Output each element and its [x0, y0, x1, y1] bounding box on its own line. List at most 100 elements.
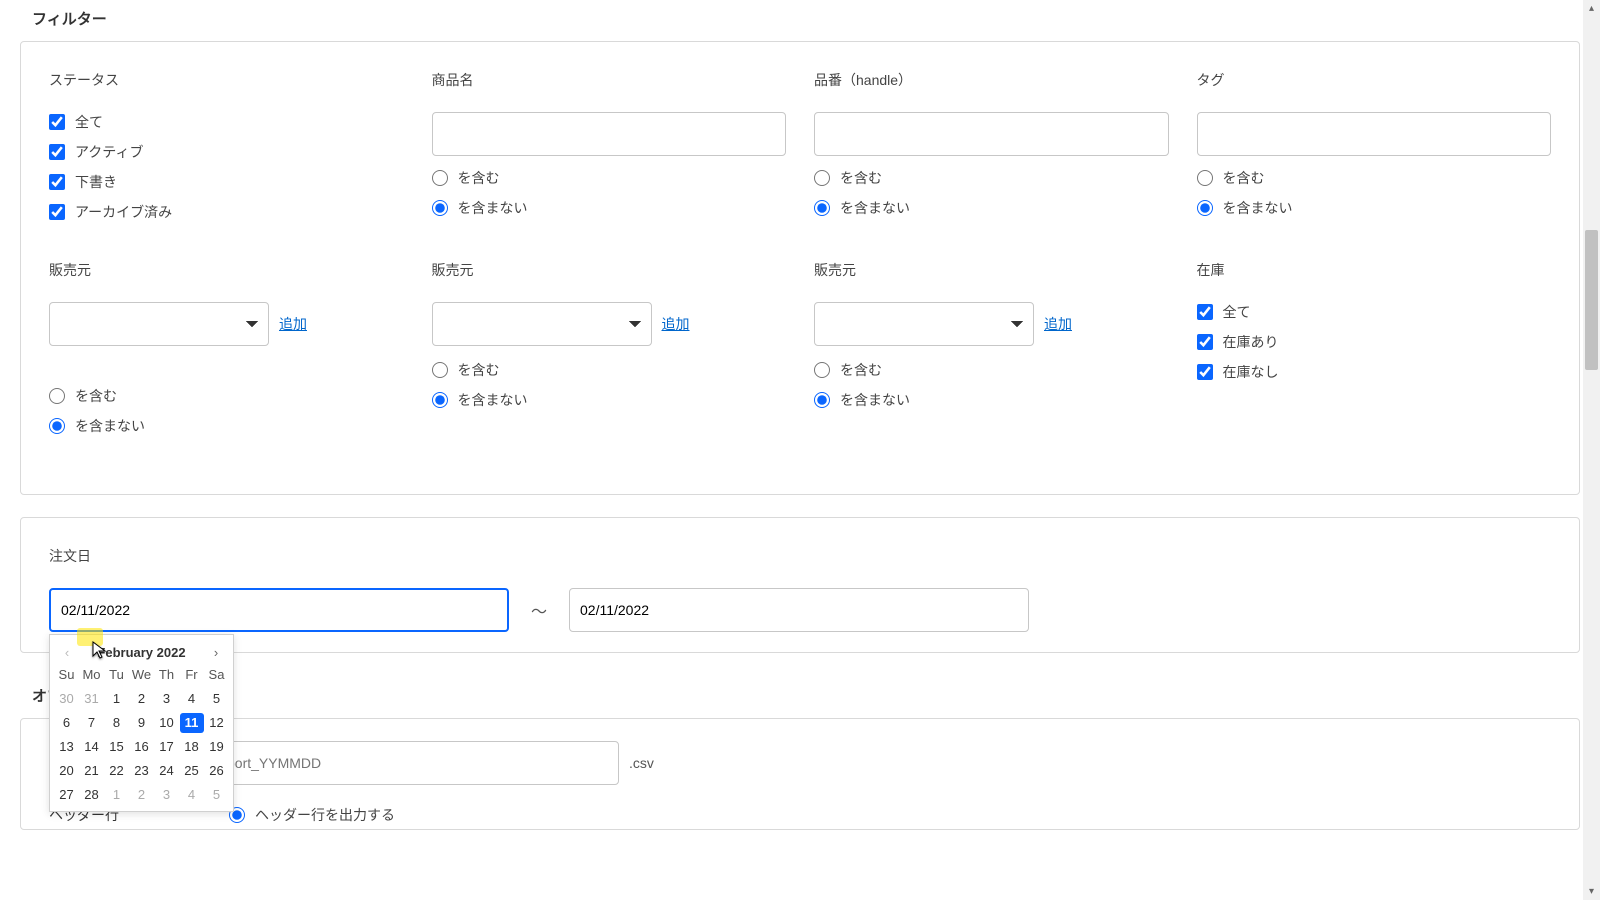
product-name-exclude-radio[interactable] [432, 200, 448, 216]
stock-all[interactable]: 全て [1197, 302, 1552, 322]
scroll-down-icon[interactable]: ▾ [1583, 883, 1600, 900]
datepicker-day[interactable]: 23 [130, 761, 154, 781]
datepicker-day[interactable]: 28 [80, 785, 104, 805]
datepicker-day[interactable]: 20 [55, 761, 79, 781]
vendor3-include-radio[interactable] [814, 362, 830, 378]
filename-input[interactable] [209, 741, 619, 785]
datepicker-day[interactable]: 14 [80, 737, 104, 757]
tag-include[interactable]: を含む [1197, 168, 1552, 188]
product-name-include-radio[interactable] [432, 170, 448, 186]
vendor1-exclude-radio[interactable] [49, 418, 65, 434]
vendor2-select[interactable] [432, 302, 652, 346]
datepicker-day[interactable]: 17 [155, 737, 179, 757]
tag-exclude[interactable]: を含まない [1197, 198, 1552, 218]
datepicker-day[interactable]: 3 [155, 689, 179, 709]
scrollbar[interactable]: ▴ ▾ [1583, 0, 1600, 900]
handle-include-radio[interactable] [814, 170, 830, 186]
datepicker-day[interactable]: 24 [155, 761, 179, 781]
datepicker-day[interactable]: 11 [180, 713, 204, 733]
datepicker-day[interactable]: 19 [205, 737, 229, 757]
tag-include-text: を含む [1223, 168, 1265, 188]
vendor3-exclude-radio[interactable] [814, 392, 830, 408]
datepicker-day[interactable]: 16 [130, 737, 154, 757]
datepicker-prev-icon[interactable]: ‹ [58, 643, 76, 661]
vendor2-include[interactable]: を含む [432, 360, 787, 380]
vendor1-include-radio[interactable] [49, 388, 65, 404]
tag-include-radio[interactable] [1197, 170, 1213, 186]
vendor2-exclude[interactable]: を含まない [432, 390, 787, 410]
datepicker-day[interactable]: 30 [55, 689, 79, 709]
vendor1-exclude[interactable]: を含まない [49, 416, 404, 436]
vendor3-add[interactable]: 追加 [1044, 314, 1072, 334]
order-date-from[interactable] [49, 588, 509, 632]
datepicker-day[interactable]: 4 [180, 785, 204, 805]
status-draft-checkbox[interactable] [49, 174, 65, 190]
product-name-label: 商品名 [432, 70, 787, 90]
vendor2-exclude-radio[interactable] [432, 392, 448, 408]
datepicker-day[interactable]: 12 [205, 713, 229, 733]
datepicker-dow: We [129, 665, 154, 685]
vendor3-select[interactable] [814, 302, 1034, 346]
status-active-checkbox[interactable] [49, 144, 65, 160]
status-all-text: 全て [75, 112, 103, 132]
datepicker-day[interactable]: 1 [105, 785, 129, 805]
scroll-thumb[interactable] [1585, 230, 1598, 370]
status-archived[interactable]: アーカイブ済み [49, 202, 404, 222]
status-all[interactable]: 全て [49, 112, 404, 132]
datepicker-day[interactable]: 5 [205, 785, 229, 805]
tag-exclude-radio[interactable] [1197, 200, 1213, 216]
datepicker-day[interactable]: 31 [80, 689, 104, 709]
scroll-up-icon[interactable]: ▴ [1583, 0, 1600, 17]
datepicker-day[interactable]: 25 [180, 761, 204, 781]
datepicker-next-icon[interactable]: › [207, 643, 225, 661]
product-name-exclude[interactable]: を含まない [432, 198, 787, 218]
order-date-to[interactable] [569, 588, 1029, 632]
datepicker-day[interactable]: 26 [205, 761, 229, 781]
stock-nostock[interactable]: 在庫なし [1197, 362, 1552, 382]
datepicker-day[interactable]: 27 [55, 785, 79, 805]
vendor1-include[interactable]: を含む [49, 386, 404, 406]
header-row-output[interactable]: ヘッダー行を出力する [229, 805, 395, 825]
datepicker-day[interactable]: 1 [105, 689, 129, 709]
vendor1-select[interactable] [49, 302, 269, 346]
datepicker-day[interactable]: 18 [180, 737, 204, 757]
vendor2-include-radio[interactable] [432, 362, 448, 378]
datepicker-day[interactable]: 2 [130, 689, 154, 709]
handle-exclude-radio[interactable] [814, 200, 830, 216]
status-all-checkbox[interactable] [49, 114, 65, 130]
datepicker-day[interactable]: 13 [55, 737, 79, 757]
tag-input[interactable] [1197, 112, 1552, 156]
vendor1-label: 販売元 [49, 260, 404, 280]
vendor3-include[interactable]: を含む [814, 360, 1169, 380]
product-name-include[interactable]: を含む [432, 168, 787, 188]
datepicker-day[interactable]: 15 [105, 737, 129, 757]
stock-nostock-checkbox[interactable] [1197, 364, 1213, 380]
datepicker-day[interactable]: 10 [155, 713, 179, 733]
stock-all-checkbox[interactable] [1197, 304, 1213, 320]
vendor2-include-text: を含む [458, 360, 500, 380]
handle-include[interactable]: を含む [814, 168, 1169, 188]
status-active[interactable]: アクティブ [49, 142, 404, 162]
datepicker[interactable]: ‹ February 2022 › SuMoTuWeThFrSa30311234… [49, 634, 234, 812]
datepicker-day[interactable]: 22 [105, 761, 129, 781]
datepicker-day[interactable]: 5 [205, 689, 229, 709]
datepicker-day[interactable]: 4 [180, 689, 204, 709]
status-archived-checkbox[interactable] [49, 204, 65, 220]
product-name-input[interactable] [432, 112, 787, 156]
datepicker-day[interactable]: 21 [80, 761, 104, 781]
stock-instock-checkbox[interactable] [1197, 334, 1213, 350]
datepicker-day[interactable]: 3 [155, 785, 179, 805]
status-draft[interactable]: 下書き [49, 172, 404, 192]
handle-input[interactable] [814, 112, 1169, 156]
vendor2-add[interactable]: 追加 [662, 314, 690, 334]
datepicker-day[interactable]: 6 [55, 713, 79, 733]
stock-instock[interactable]: 在庫あり [1197, 332, 1552, 352]
handle-exclude[interactable]: を含まない [814, 198, 1169, 218]
datepicker-day[interactable]: 8 [105, 713, 129, 733]
vendor1-add[interactable]: 追加 [279, 314, 307, 334]
datepicker-day[interactable]: 9 [130, 713, 154, 733]
datepicker-day[interactable]: 7 [80, 713, 104, 733]
datepicker-day[interactable]: 2 [130, 785, 154, 805]
vendor3-exclude[interactable]: を含まない [814, 390, 1169, 410]
datepicker-dow: Tu [104, 665, 129, 685]
